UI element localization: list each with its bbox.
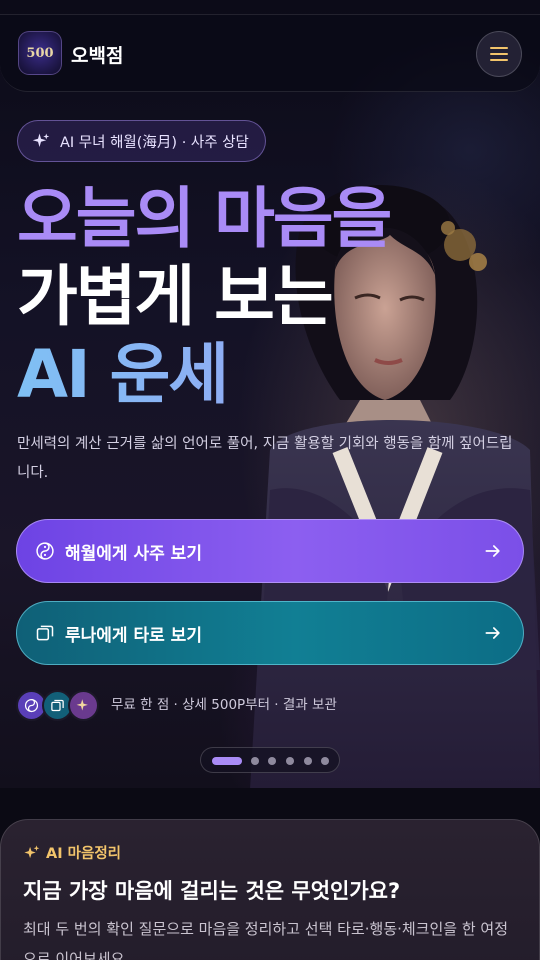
card-tag: AI 마음정리: [23, 842, 121, 863]
hero-description: 만세력의 계산 근거를 삶의 언어로 풀어, 지금 활용할 기회와 행동을 함께…: [17, 436, 513, 481]
hero-badge-text: AI 무녀 해월(海月) · 사주 상담: [60, 134, 249, 151]
yin-yang-icon: [36, 542, 54, 560]
ai-avatar: [68, 690, 99, 721]
pricing-meta: 무료 한 점 · 상세 500P부터 · 결과 보관: [111, 697, 337, 713]
brand-name[interactable]: 오백점: [71, 41, 123, 68]
cards-icon: [51, 699, 64, 712]
tarot-cta-button[interactable]: 루나에게 타로 보기: [16, 601, 524, 665]
sparkle-icon: [76, 699, 88, 711]
service-avatars: [16, 690, 100, 722]
hero-section: 500 오백점 AI 무녀 해월(海月) · 사주 상담 오늘의 마음을 가볍게…: [0, 0, 540, 788]
tarot-cta-label: 루나에게 타로 보기: [65, 625, 202, 646]
arrow-right-icon: [485, 545, 500, 557]
yin-yang-icon: [24, 698, 39, 713]
carousel-dot[interactable]: [304, 757, 312, 765]
sparkle-icon: [24, 845, 40, 859]
sparkle-icon: [32, 133, 50, 147]
carousel-dot[interactable]: [286, 757, 294, 765]
cards-icon: [36, 625, 54, 641]
saju-cta-button[interactable]: 해월에게 사주 보기: [16, 519, 524, 583]
menu-button[interactable]: [476, 31, 522, 77]
headline-line-3: AI 운세: [17, 336, 390, 414]
headline-line-2: 가볍게 보는: [17, 258, 334, 335]
carousel-dot[interactable]: [268, 757, 276, 765]
saju-cta-label: 해월에게 사주 보기: [65, 543, 202, 564]
top-navigation-bar: 500 오백점: [0, 14, 540, 92]
card-description: 최대 두 번의 확인 질문으로 마음을 정리하고 선택 타로·행동·체크인을 한…: [23, 920, 509, 960]
card-title: 지금 가장 마음에 걸리는 것은 무엇인가요?: [23, 879, 401, 903]
ai-mind-card[interactable]: AI 마음정리 지금 가장 마음에 걸리는 것은 무엇인가요? 최대 두 번의 …: [0, 819, 540, 960]
carousel-dot[interactable]: [251, 757, 259, 765]
carousel-dot[interactable]: [321, 757, 329, 765]
headline-line-1: 오늘의 마음을: [17, 180, 392, 257]
brand-logo[interactable]: 500: [18, 31, 62, 75]
hamburger-icon: [490, 47, 508, 49]
carousel-dot-active[interactable]: [212, 757, 242, 765]
arrow-right-icon: [485, 627, 500, 639]
logo-text: 500: [26, 45, 54, 61]
hero-badge: AI 무녀 해월(海月) · 사주 상담: [17, 120, 266, 162]
hero-headline: 오늘의 마음을 가볍게 보는 AI 운세: [17, 180, 392, 414]
card-tag-label: AI 마음정리: [46, 846, 122, 862]
carousel-pagination: [200, 747, 340, 773]
